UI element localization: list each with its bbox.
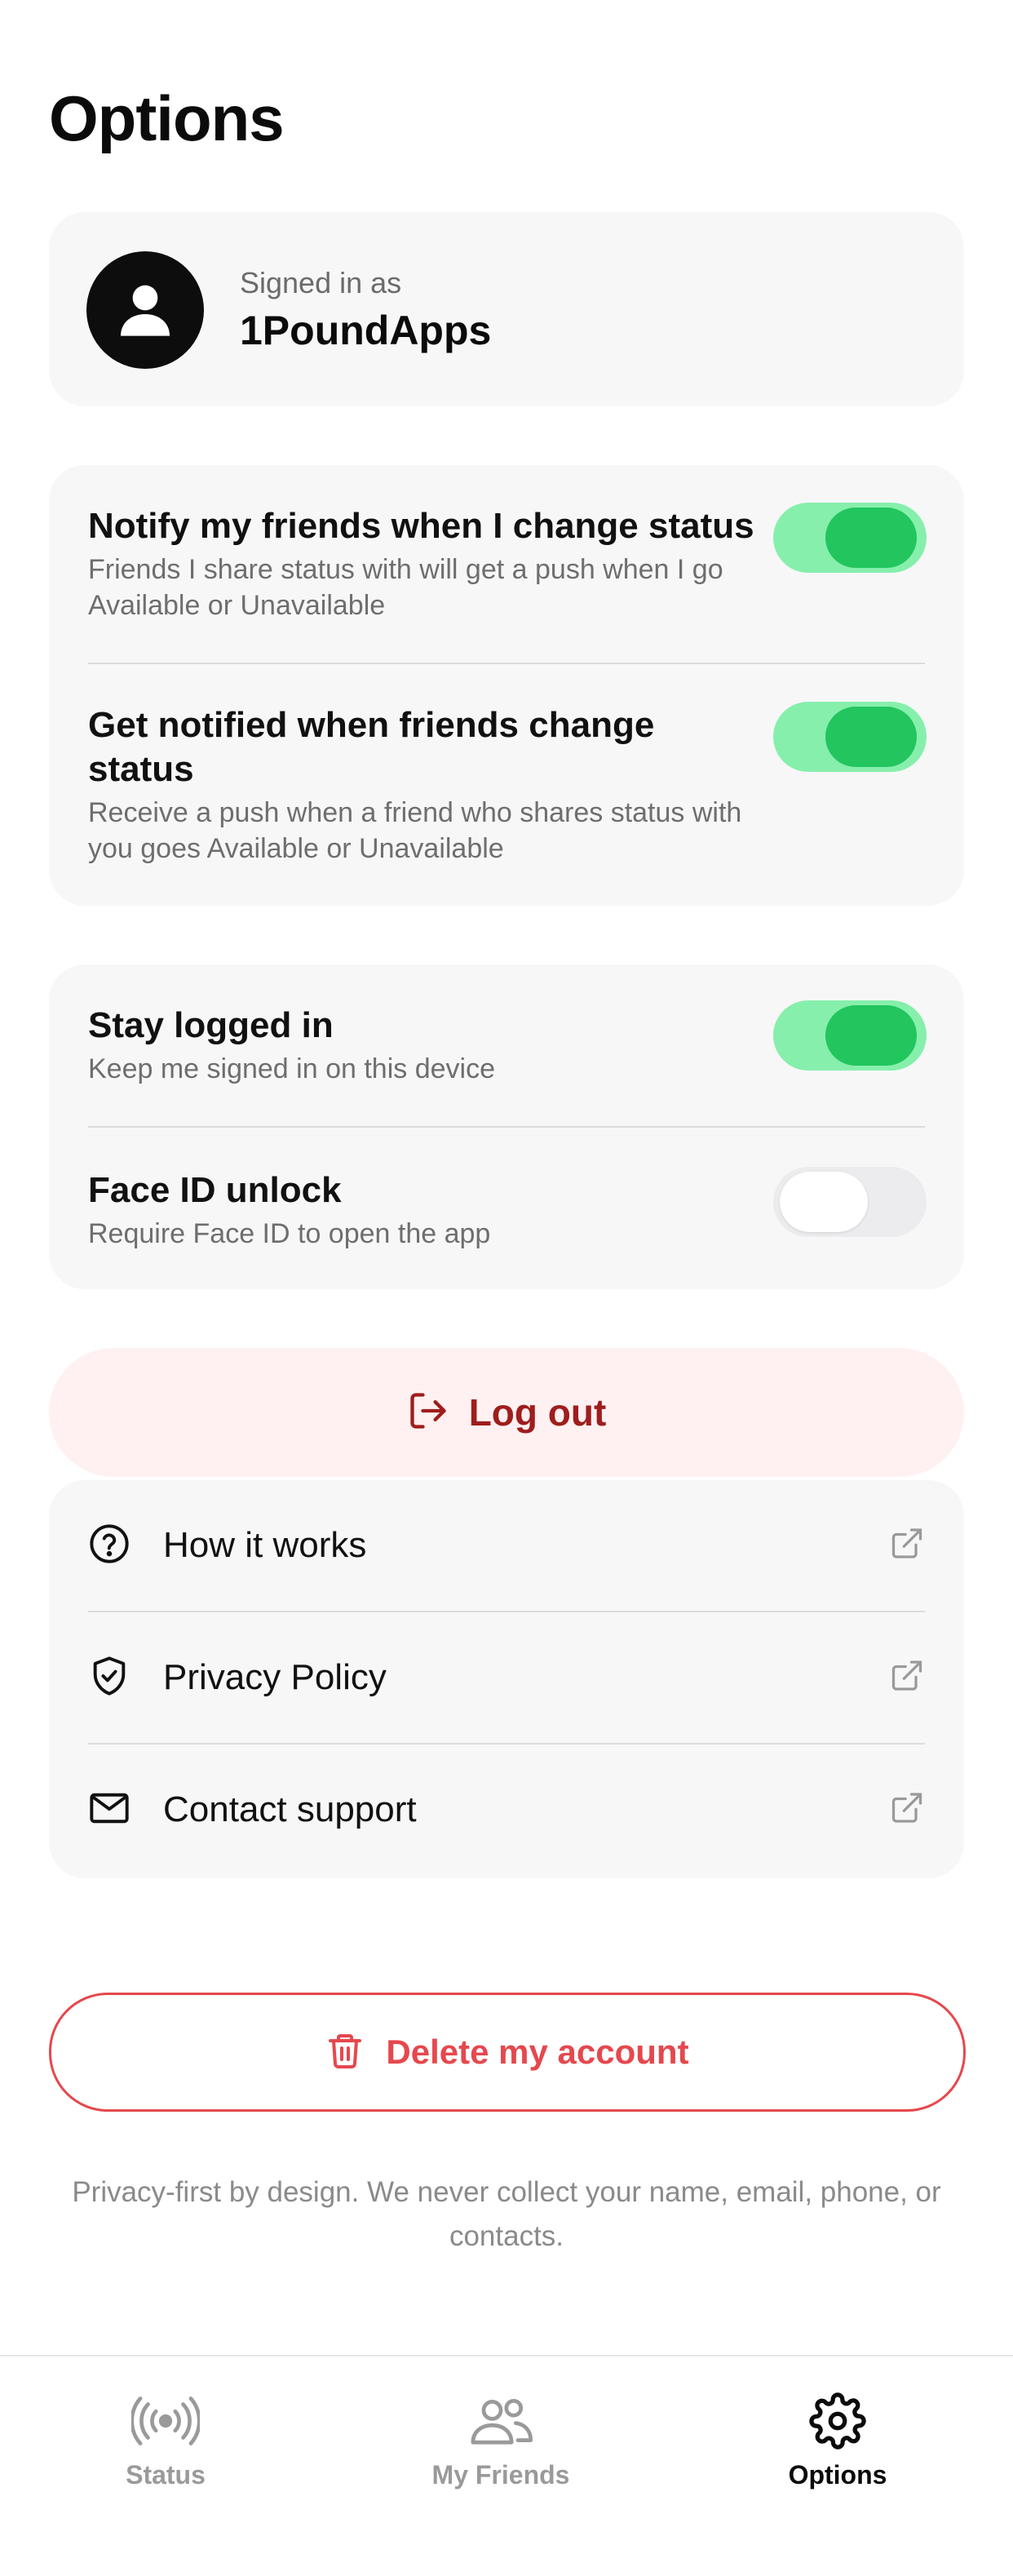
stay-logged-in-toggle[interactable] [773, 1000, 927, 1071]
toggle-knob [825, 707, 917, 767]
get-notified-description: Receive a push when a friend who shares … [88, 797, 742, 864]
divider [88, 663, 925, 664]
external-link-icon [889, 1658, 925, 1698]
external-link-icon [889, 1790, 925, 1830]
tab-options[interactable]: Options [715, 2392, 960, 2490]
toggle-knob [825, 1005, 917, 1066]
tab-label: Options [788, 2460, 887, 2490]
tab-status[interactable]: Status [43, 2392, 288, 2490]
tab-my-friends[interactable]: My Friends [378, 2392, 623, 2490]
stay-logged-in-title: Stay logged in [88, 1005, 334, 1045]
notify-friends-row: Notify my friends when I change status F… [88, 504, 768, 623]
link-contact-support[interactable]: Contact support [88, 1745, 925, 1875]
gear-icon [809, 2392, 866, 2453]
question-circle-icon [88, 1523, 130, 1569]
link-privacy-policy[interactable]: Privacy Policy [88, 1612, 925, 1743]
users-icon [467, 2398, 535, 2453]
face-id-row: Face ID unlock Require Face ID to open t… [88, 1168, 768, 1252]
face-id-title: Face ID unlock [88, 1170, 342, 1210]
link-how-it-works[interactable]: How it works [88, 1480, 925, 1611]
delete-account-label: Delete my account [386, 2033, 689, 2071]
get-notified-toggle[interactable] [773, 702, 927, 772]
tab-label: My Friends [431, 2460, 570, 2490]
tab-label: Status [126, 2460, 206, 2490]
link-label: Contact support [163, 1789, 417, 1829]
links-card: How it works Privacy Policy Contact supp… [49, 1480, 964, 1878]
notify-friends-toggle[interactable] [773, 503, 927, 573]
logout-icon [407, 1390, 449, 1436]
external-link-icon [889, 1526, 925, 1566]
link-label: Privacy Policy [163, 1657, 387, 1697]
page-title: Options [49, 82, 285, 154]
user-icon [86, 251, 204, 369]
stay-logged-in-description: Keep me signed in on this device [88, 1053, 495, 1084]
divider [88, 1126, 925, 1128]
username: 1PoundApps [240, 308, 492, 353]
get-notified-row: Get notified when friends change status … [88, 703, 768, 867]
notify-friends-title: Notify my friends when I change status [88, 506, 754, 546]
delete-account-button[interactable]: Delete my account [49, 1993, 966, 2112]
trash-icon [325, 2029, 365, 2076]
signed-in-label: Signed in as [240, 266, 402, 299]
stay-logged-in-row: Stay logged in Keep me signed in on this… [88, 1004, 768, 1087]
get-notified-title: Get notified when friends change status [88, 705, 655, 789]
logout-button[interactable]: Log out [49, 1348, 964, 1477]
notifications-card: Notify my friends when I change status F… [49, 465, 964, 906]
toggle-knob [825, 508, 917, 568]
link-label: How it works [163, 1525, 367, 1565]
privacy-note: Privacy-first by design. We never collec… [72, 2176, 941, 2252]
envelope-icon [88, 1787, 130, 1833]
notify-friends-description: Friends I share status with will get a p… [88, 554, 723, 621]
shield-check-icon [88, 1655, 130, 1701]
tab-bar: Status My Friends Options [0, 2355, 1013, 2576]
broadcast-icon [130, 2396, 201, 2453]
toggle-knob [780, 1172, 868, 1232]
security-card: Stay logged in Keep me signed in on this… [49, 964, 964, 1289]
face-id-description: Require Face ID to open the app [88, 1218, 491, 1249]
face-id-toggle[interactable] [773, 1167, 927, 1237]
logout-label: Log out [468, 1391, 607, 1434]
profile-card: Signed in as 1PoundApps [49, 212, 964, 406]
